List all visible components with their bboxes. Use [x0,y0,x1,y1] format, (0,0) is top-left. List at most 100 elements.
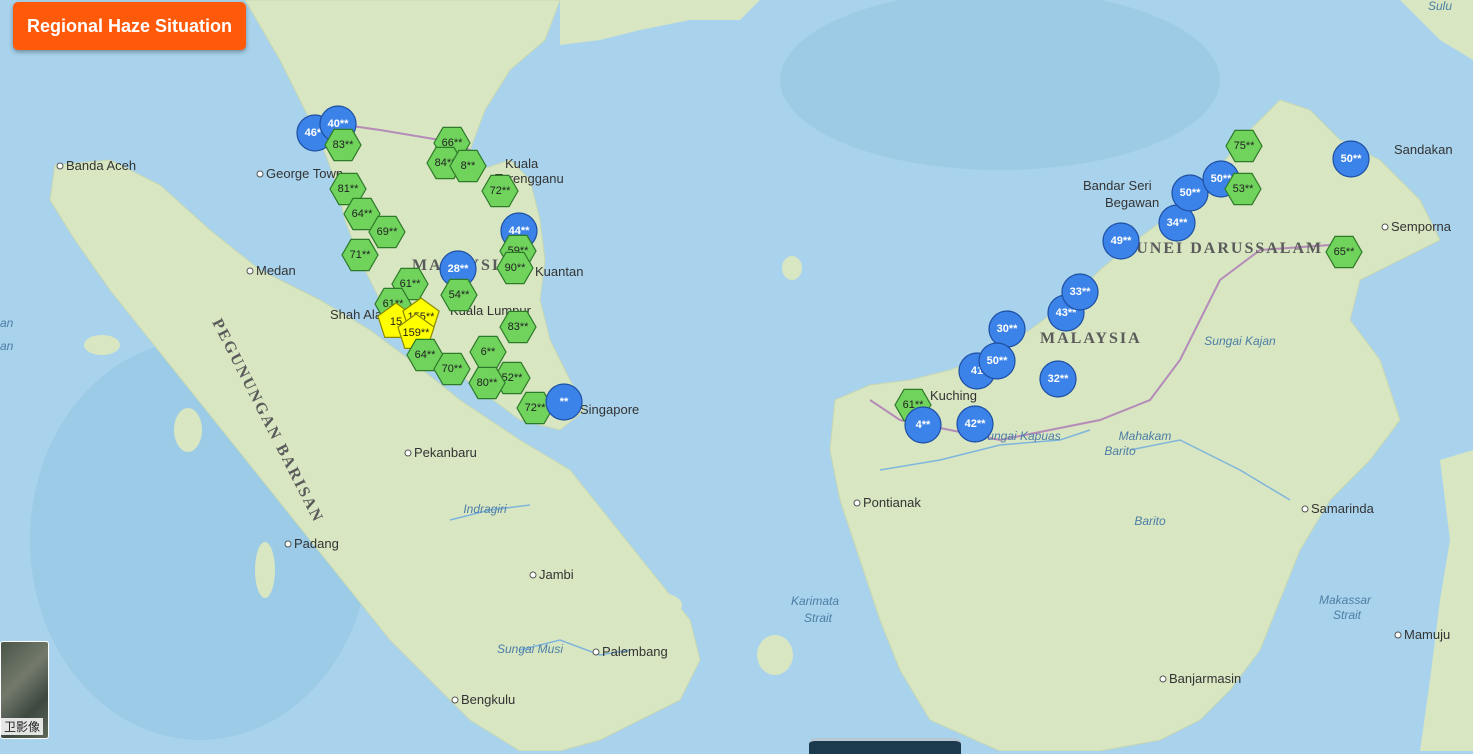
place-label: Medan [256,263,296,278]
station-reading: 4** [916,419,931,431]
place-label: Bandar Seri [1083,178,1152,193]
station-reading: 83** [508,321,530,333]
station-reading: 40** [328,118,350,130]
station-reading: 72** [490,185,512,197]
city-dot [853,499,861,507]
place-label: Sandakan [1394,142,1453,157]
station-reading: 71** [350,249,372,261]
station-reading: 6** [481,346,496,358]
station-reading: 30** [997,323,1019,335]
station-reading: 65** [1334,246,1356,258]
place-label: Pekanbaru [414,445,477,460]
city-dot [451,696,459,704]
city-dot [1394,631,1402,639]
city-dot [256,170,264,178]
water-label: an [0,339,14,353]
water-label: Strait [804,611,833,625]
place-label: Jambi [539,567,574,582]
place-label: Kuching [930,388,977,403]
water-label: Makassar [1319,593,1372,607]
place-label: Samarinda [1311,501,1375,516]
station-reading: 49** [1111,235,1133,247]
island-nias [174,408,202,452]
station-reading: 50** [987,355,1009,367]
station-reading: 50** [1341,153,1363,165]
country-label: MALAYSIA [1040,330,1142,347]
water-label: Sungai Kajan [1204,334,1276,348]
city-dot [404,449,412,457]
station-reading: 159** [403,327,431,339]
city-dot [1159,675,1167,683]
water-label: Karimata [791,594,839,608]
city-dot [1381,223,1389,231]
place-label: Semporna [1391,219,1452,234]
island-siberut [255,542,275,598]
city-dot [1301,505,1309,513]
water-label: Sungai Musi [497,642,563,656]
station-marker-blue[interactable]: 42** [956,405,994,443]
island-belitung [757,635,793,675]
city-dot [246,267,254,275]
city-dot [529,571,537,579]
basemap-toggle-label: 卫影像 [1,718,44,735]
water-label: Sulu [1428,0,1452,13]
place-label: Begawan [1105,195,1159,210]
station-reading: 90** [505,262,527,274]
station-marker-blue[interactable]: ** [545,383,583,421]
water-label: Indragiri [463,502,507,516]
station-reading: 33** [1070,286,1092,298]
bottom-panel-handle[interactable] [809,738,961,754]
station-reading: 53** [1233,183,1255,195]
station-reading: 61** [400,278,422,290]
station-reading: 81** [338,183,360,195]
station-reading: 64** [352,208,374,220]
place-label: Padang [294,536,339,551]
station-marker-blue[interactable]: 30** [988,310,1026,348]
place-label: Banda Aceh [66,158,136,173]
place-label: Kuala [505,156,539,171]
island-simeulue [84,335,120,355]
station-reading: 83** [333,139,355,151]
place-label: Kuantan [535,264,583,279]
station-reading: 34** [1167,217,1189,229]
station-marker-blue[interactable]: 49** [1102,222,1140,260]
station-reading: 32** [1048,373,1070,385]
station-reading: 28** [448,263,470,275]
place-label: Mamuju [1404,627,1450,642]
station-reading: 80** [477,377,499,389]
water-label: Barito [1104,444,1136,458]
place-label: Pontianak [863,495,921,510]
station-reading: 75** [1234,140,1256,152]
water-label: Barito [1134,514,1166,528]
station-marker-blue[interactable]: 33** [1061,273,1099,311]
map-canvas[interactable]: Banda AcehGeorge TownKualaTerengganuMeda… [0,0,1473,751]
city-dot [284,540,292,548]
place-label: Palembang [602,644,668,659]
station-reading: 54** [449,289,471,301]
station-reading: 64** [415,349,437,361]
water-label: Strait [1333,608,1362,622]
station-reading: 69** [377,226,399,238]
water-label: an [0,316,14,330]
station-marker-blue[interactable]: 50** [978,342,1016,380]
place-label: Banjarmasin [1169,671,1241,686]
station-reading: 50** [1180,187,1202,199]
island-natuna [782,256,802,280]
station-reading: 8** [461,160,476,172]
station-reading: 70** [442,363,464,375]
regional-haze-button[interactable]: Regional Haze Situation [13,2,246,50]
station-reading: ** [560,396,569,408]
station-marker-blue[interactable]: 50** [1332,140,1370,178]
station-marker-blue[interactable]: 32** [1039,360,1077,398]
city-dot [56,162,64,170]
place-label: Bengkulu [461,692,515,707]
basemap-toggle[interactable]: 卫影像 [0,641,49,739]
country-label: BRUNEI DARUSSALAM [1110,240,1323,257]
place-label: Singapore [580,402,639,417]
water-label: Mahakam [1119,429,1172,443]
station-marker-blue[interactable]: 4** [904,406,942,444]
island-bangka [638,593,682,617]
city-dot [592,648,600,656]
place-label: George Town [266,166,343,181]
station-reading: 72** [525,402,547,414]
